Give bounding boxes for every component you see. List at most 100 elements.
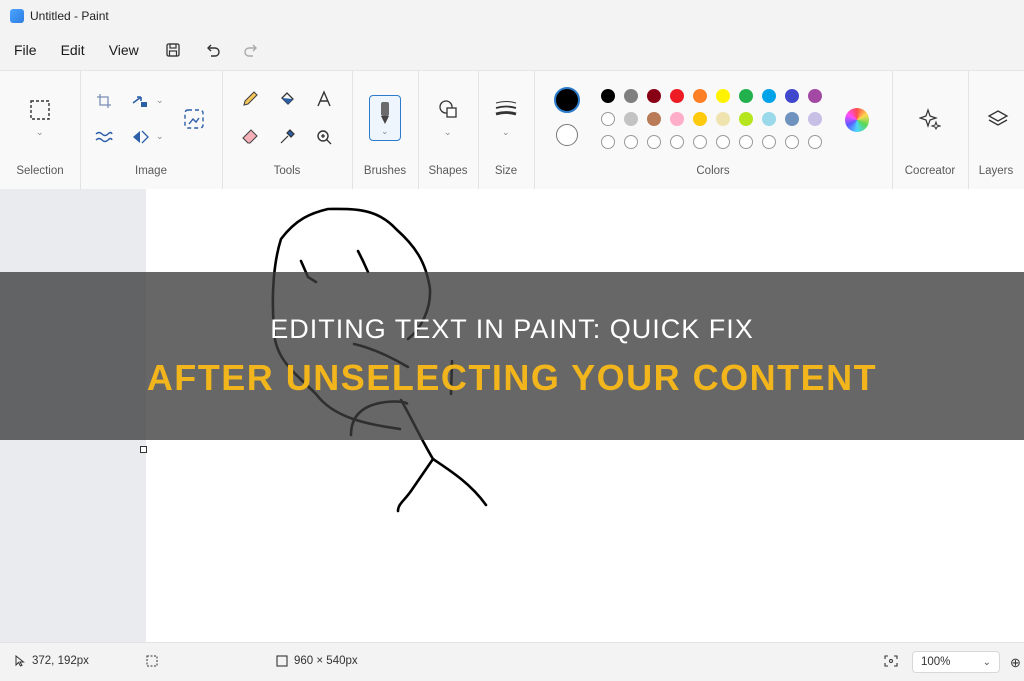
title-bar: Untitled - Paint	[0, 0, 1024, 32]
tools-label: Tools	[273, 165, 301, 177]
color-swatch[interactable]	[601, 89, 615, 103]
eraser-icon[interactable]	[236, 123, 264, 151]
color-swatch[interactable]	[785, 89, 799, 103]
layers-icon[interactable]	[984, 105, 1012, 133]
menu-edit[interactable]: Edit	[51, 36, 95, 64]
custom-color-slot[interactable]	[716, 135, 730, 149]
shapes-group: ⌄ Shapes	[418, 71, 479, 189]
color-swatch[interactable]	[716, 112, 730, 126]
image-effects-icon[interactable]	[90, 123, 118, 151]
custom-color-slot[interactable]	[739, 135, 753, 149]
custom-color-slot[interactable]	[670, 135, 684, 149]
menu-file[interactable]: File	[4, 36, 47, 64]
image-background-icon[interactable]	[180, 105, 208, 133]
color-picker-icon[interactable]	[273, 123, 301, 151]
color-swatch[interactable]	[785, 112, 799, 126]
title-banner: Editing Text in Paint: Quick Fix After U…	[0, 272, 1024, 440]
menu-bar: File Edit View	[0, 32, 1024, 68]
chevron-down-icon[interactable]: ⌄	[156, 95, 164, 106]
tools-group: Tools	[222, 71, 353, 189]
cursor-position-value: 372, 192px	[32, 655, 89, 667]
custom-color-slot[interactable]	[647, 135, 661, 149]
selection-label: Selection	[16, 165, 64, 177]
brush-button[interactable]: ⌄	[369, 95, 401, 141]
color-swatch[interactable]	[601, 112, 615, 126]
custom-color-slot[interactable]	[693, 135, 707, 149]
rectangle-selection-icon[interactable]	[26, 96, 54, 124]
size-group: ⌄ Size	[478, 71, 535, 189]
primary-color[interactable]	[554, 87, 580, 113]
resize-handle[interactable]	[140, 446, 147, 453]
color-swatch[interactable]	[808, 89, 822, 103]
canvas-size: 960 × 540px	[276, 655, 358, 667]
colors-group: Colors	[534, 71, 893, 189]
window-title: Untitled - Paint	[30, 9, 109, 23]
selection-size-icon	[146, 655, 158, 667]
color-swatch[interactable]	[716, 89, 730, 103]
color-swatch[interactable]	[693, 112, 707, 126]
color-swatch[interactable]	[808, 112, 822, 126]
chevron-down-icon: ⌄	[982, 656, 991, 668]
edit-colors-icon[interactable]	[845, 108, 869, 132]
cocreator-icon[interactable]	[916, 105, 944, 133]
color-swatch[interactable]	[647, 89, 661, 103]
color-swatch[interactable]	[739, 112, 753, 126]
selection-size	[146, 655, 158, 667]
menu-view[interactable]: View	[99, 36, 149, 64]
chevron-down-icon[interactable]: ⌄	[36, 127, 44, 138]
custom-color-slot[interactable]	[808, 135, 822, 149]
redo-icon[interactable]	[237, 36, 265, 64]
custom-color-slot[interactable]	[785, 135, 799, 149]
zoom-in-icon[interactable]: ⊕	[1010, 655, 1021, 671]
crop-icon[interactable]	[90, 87, 118, 115]
image-label: Image	[135, 165, 167, 177]
stroke-size-icon[interactable]	[492, 95, 520, 123]
color-swatch[interactable]	[762, 112, 776, 126]
brushes-label: Brushes	[363, 165, 407, 177]
paint-app-icon	[10, 9, 24, 23]
color-swatch[interactable]	[670, 89, 684, 103]
save-icon[interactable]	[159, 36, 187, 64]
chevron-down-icon[interactable]: ⌄	[444, 127, 452, 138]
color-swatch[interactable]	[693, 89, 707, 103]
shapes-label: Shapes	[428, 165, 468, 177]
text-tool-icon[interactable]	[310, 85, 338, 113]
color-swatch[interactable]	[739, 89, 753, 103]
status-bar: 372, 192px 960 × 540px 100% ⌄ ⊕	[0, 642, 1024, 681]
chevron-down-icon[interactable]: ⌄	[502, 127, 510, 138]
size-label: Size	[494, 165, 518, 177]
canvas-size-icon	[276, 655, 288, 667]
color-swatch[interactable]	[762, 89, 776, 103]
chevron-down-icon[interactable]: ⌄	[381, 126, 389, 137]
color-swatch[interactable]	[624, 89, 638, 103]
zoom-dropdown[interactable]: 100% ⌄	[912, 651, 1000, 673]
fill-icon[interactable]	[273, 85, 301, 113]
undo-icon[interactable]	[199, 36, 227, 64]
secondary-color[interactable]	[556, 124, 578, 146]
color-swatch[interactable]	[647, 112, 661, 126]
fit-to-window-icon[interactable]	[884, 655, 898, 667]
shapes-icon[interactable]	[434, 95, 462, 123]
magnifier-icon[interactable]	[310, 123, 338, 151]
chevron-down-icon[interactable]: ⌄	[156, 131, 164, 142]
banner-heading: Editing Text in Paint: Quick Fix	[270, 313, 754, 344]
custom-color-slot[interactable]	[624, 135, 638, 149]
cursor-position: 372, 192px	[14, 655, 89, 667]
color-swatch[interactable]	[670, 112, 684, 126]
custom-color-slot[interactable]	[762, 135, 776, 149]
cocreator-label: Cocreator	[904, 165, 956, 177]
pencil-icon[interactable]	[236, 85, 264, 113]
canvas-size-value: 960 × 540px	[294, 655, 358, 667]
zoom-value: 100%	[921, 656, 951, 668]
cursor-icon	[15, 655, 25, 667]
layers-label: Layers	[978, 165, 1014, 177]
cocreator-group: Cocreator	[892, 71, 969, 189]
color-swatch[interactable]	[624, 112, 638, 126]
colors-label: Colors	[696, 165, 730, 177]
layers-group: Layers	[968, 71, 1024, 189]
flip-icon[interactable]	[126, 123, 154, 151]
custom-color-slot[interactable]	[601, 135, 615, 149]
image-group: ⌄ ⌄ Image	[80, 71, 223, 189]
resize-icon[interactable]	[126, 87, 154, 115]
ribbon: ⌄ Selection ⌄ ⌄ Image Tools ⌄ Brushes ⌄ …	[0, 70, 1024, 190]
